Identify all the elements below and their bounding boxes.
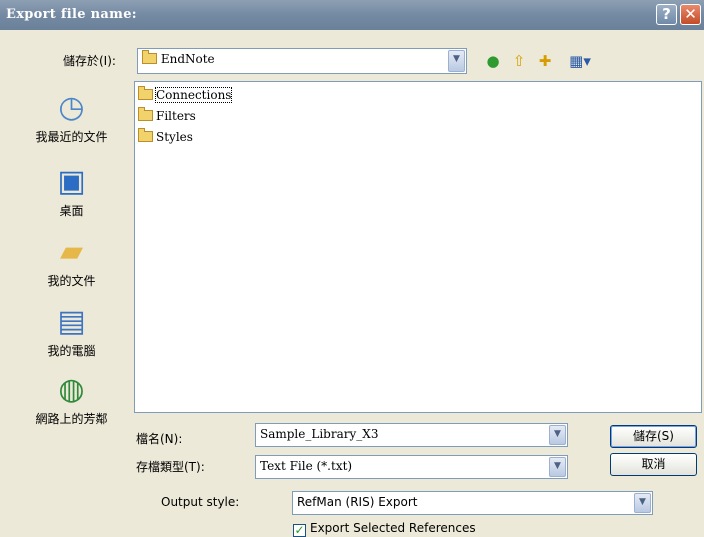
save-in-value: EndNote	[160, 52, 215, 66]
new-folder-icon[interactable]: ✚	[536, 52, 554, 70]
up-folder-icon[interactable]: ⇧	[510, 52, 528, 70]
output-style-dropdown[interactable]: RefMan (RIS) Export ▼	[292, 491, 653, 515]
place-label: 我最近的文件	[35, 130, 108, 144]
save-in-label: 儲存於(I):	[63, 54, 116, 68]
title-bar: Export file name: ? ✕	[0, 0, 704, 30]
output-style-value: RefMan (RIS) Export	[297, 495, 418, 509]
folder-icon	[138, 107, 153, 121]
file-name-value: Sample_Library_X3	[260, 427, 379, 441]
place-label: 桌面	[59, 204, 84, 218]
desktop-icon: ▣	[57, 164, 86, 199]
place-network[interactable]: ◍ 網路上的芳鄰	[10, 372, 133, 427]
chevron-down-icon[interactable]: ▼	[549, 425, 566, 445]
chevron-down-icon[interactable]: ▼	[634, 493, 651, 513]
file-type-label: 存檔類型(T):	[136, 460, 205, 474]
recent-documents-icon: ◷	[58, 90, 85, 125]
list-item[interactable]: Filters	[138, 107, 196, 123]
list-item[interactable]: Connections	[138, 86, 233, 103]
list-item[interactable]: Styles	[138, 128, 193, 144]
chevron-down-icon[interactable]: ▼	[549, 457, 566, 477]
place-label: 網路上的芳鄰	[35, 412, 108, 426]
places-bar: ◷ 我最近的文件 ▣ 桌面 ▰ 我的文件 ▤ 我的電腦 ◍ 網路上的芳鄰	[10, 82, 133, 487]
place-label: 我的文件	[47, 274, 96, 288]
close-button[interactable]: ✕	[680, 4, 701, 25]
place-my-documents[interactable]: ▰ 我的文件	[10, 234, 133, 289]
save-in-dropdown[interactable]: EndNote ▼	[137, 48, 467, 74]
my-documents-icon: ▰	[59, 234, 84, 269]
views-menu-icon[interactable]: ▦▾	[566, 52, 594, 70]
network-places-icon: ◍	[58, 372, 85, 407]
place-my-computer[interactable]: ▤ 我的電腦	[10, 304, 133, 359]
chevron-down-icon[interactable]: ▼	[448, 50, 465, 72]
file-type-value: Text File (*.txt)	[260, 459, 353, 473]
file-list[interactable]: Connections Filters Styles	[134, 81, 702, 413]
file-name-field[interactable]: Sample_Library_X3 ▼	[255, 423, 568, 447]
back-icon[interactable]: ●	[484, 52, 502, 70]
export-selected-label: Export Selected References	[310, 521, 476, 535]
export-selected-checkbox[interactable]: ✓	[293, 524, 306, 537]
place-label: 我的電腦	[47, 344, 96, 358]
place-desktop[interactable]: ▣ 桌面	[10, 164, 133, 219]
cancel-button[interactable]: 取消	[610, 453, 697, 476]
place-recent-documents[interactable]: ◷ 我最近的文件	[10, 90, 133, 145]
folder-icon	[138, 86, 153, 100]
folder-icon	[142, 50, 157, 64]
folder-icon	[138, 128, 153, 142]
file-name-label: 檔名(N):	[136, 432, 183, 446]
save-button[interactable]: 儲存(S)	[610, 425, 697, 448]
output-style-label: Output style:	[161, 495, 240, 509]
file-type-dropdown[interactable]: Text File (*.txt) ▼	[255, 455, 568, 479]
my-computer-icon: ▤	[57, 304, 86, 339]
help-button[interactable]: ?	[656, 4, 677, 25]
dialog-title: Export file name:	[6, 7, 137, 22]
